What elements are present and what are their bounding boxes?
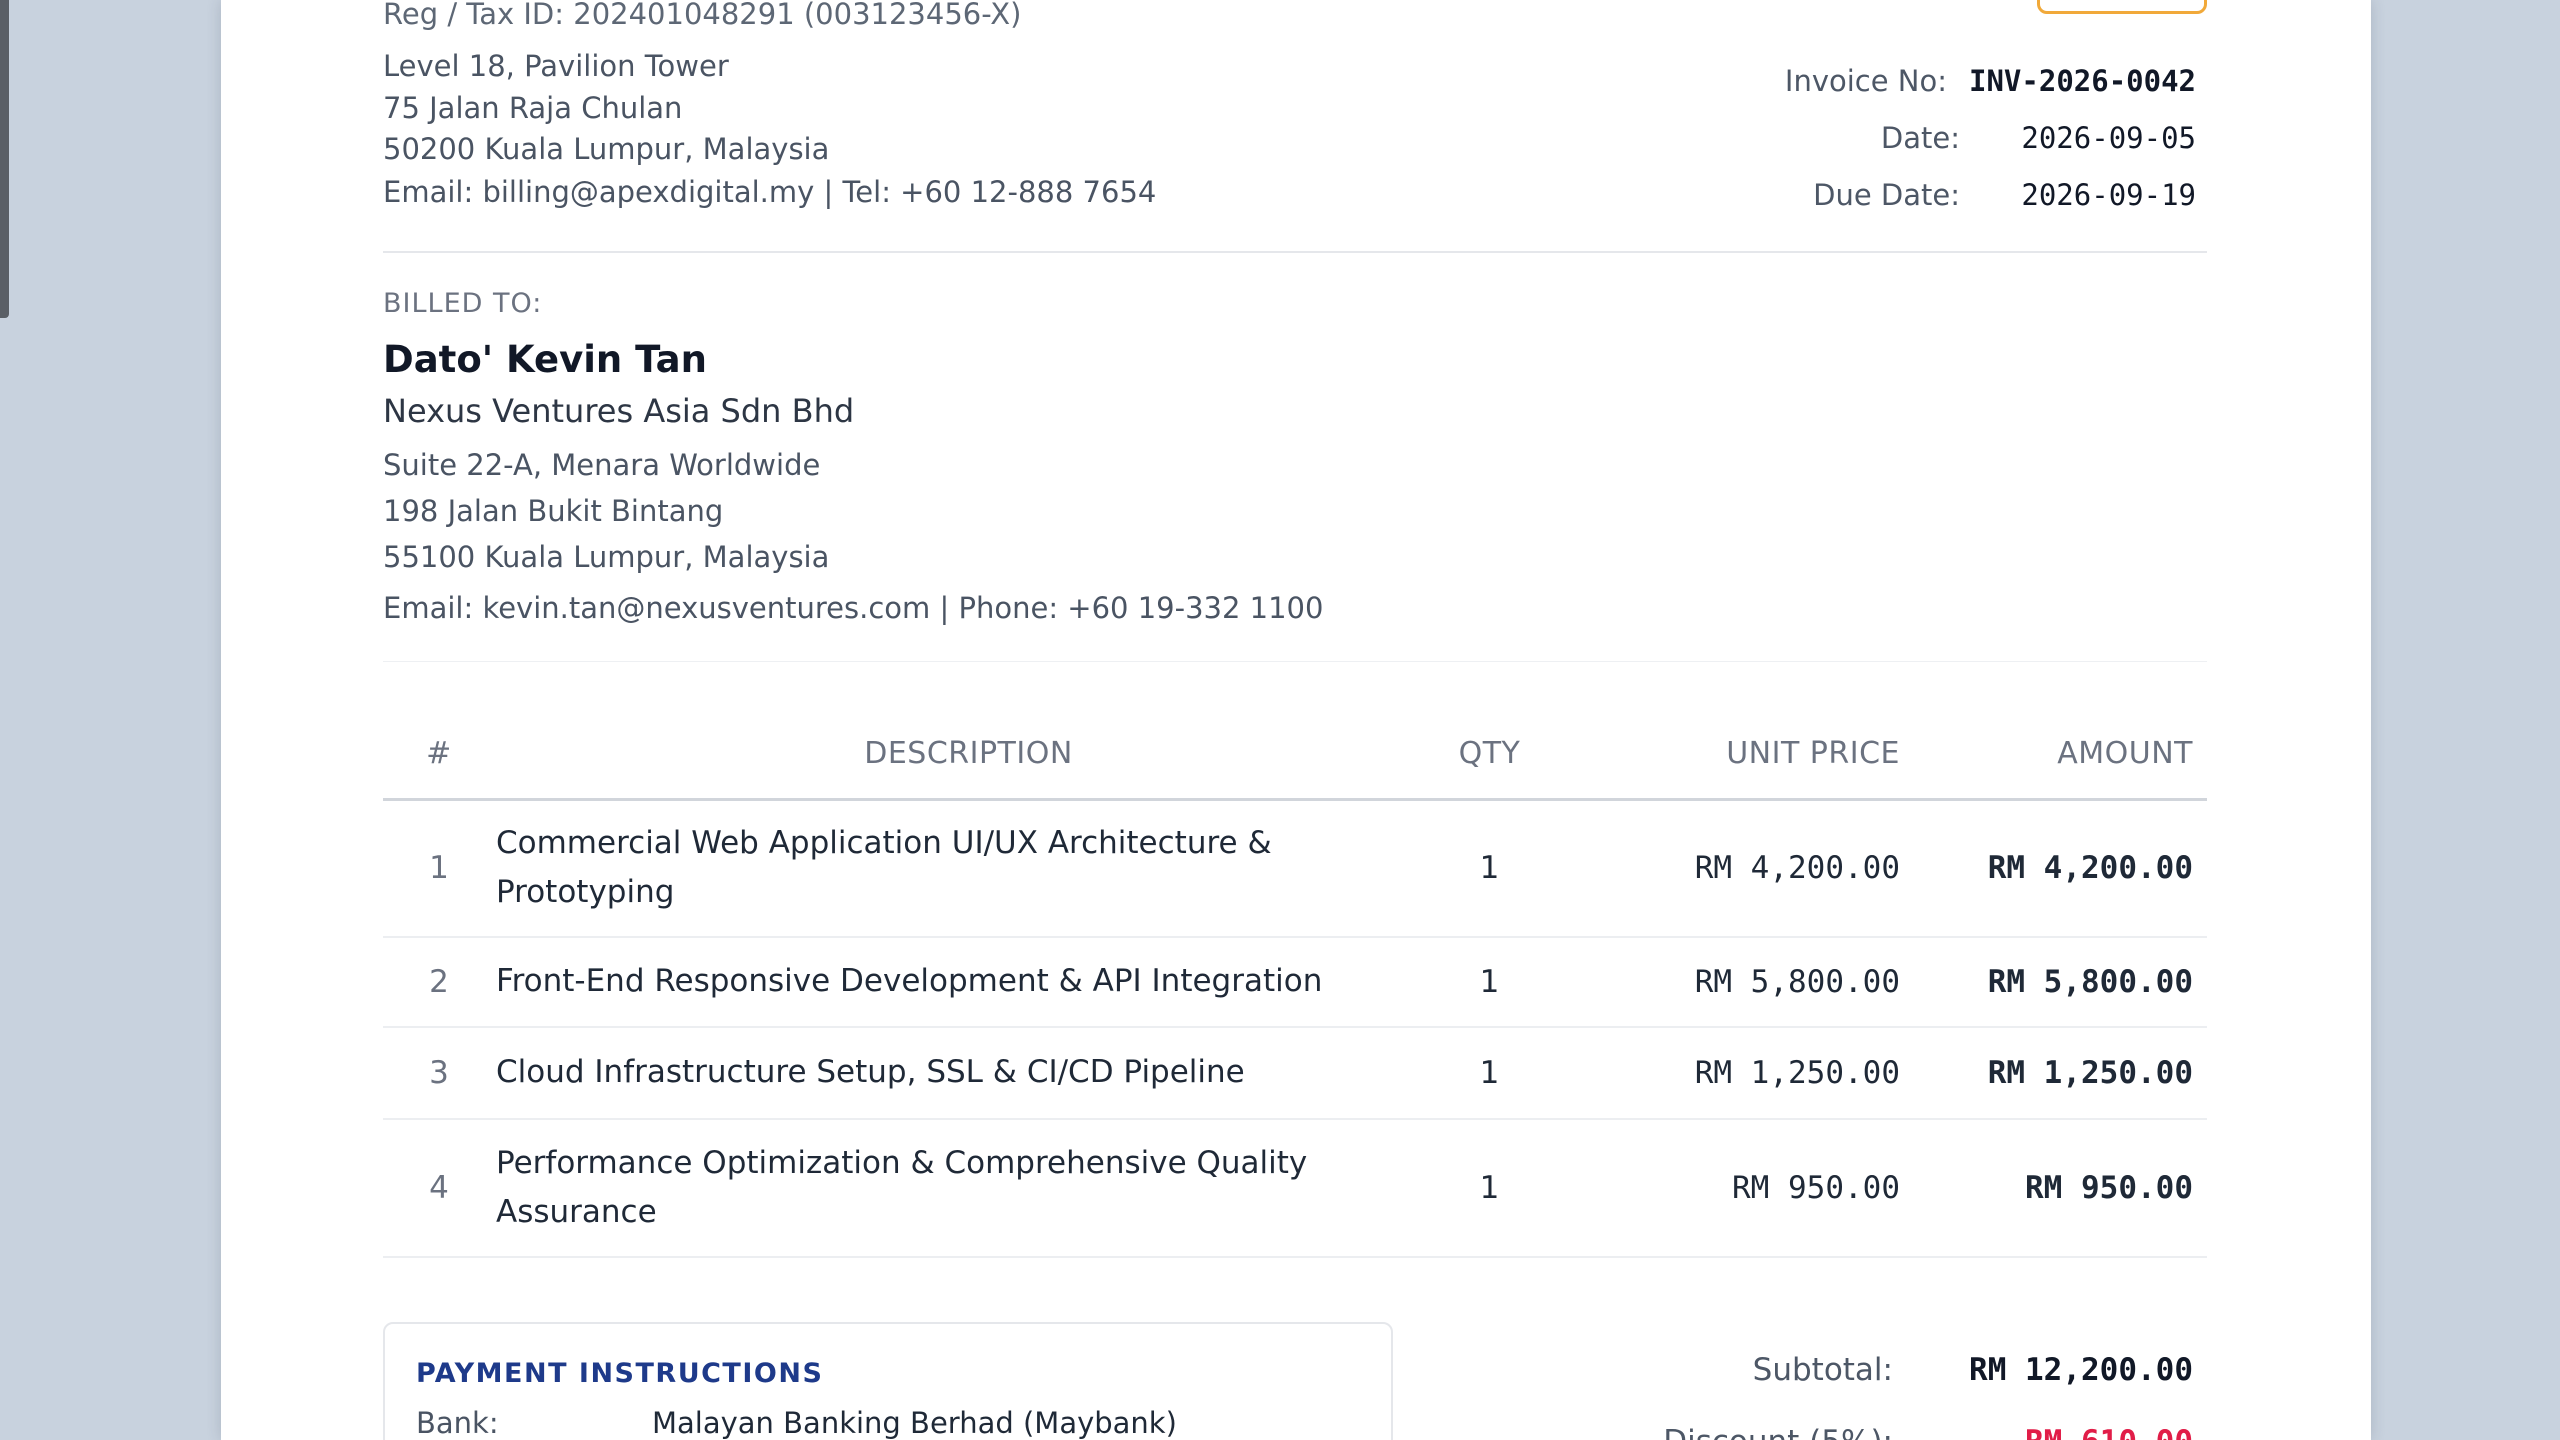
item-qty: 1 xyxy=(1441,799,1538,938)
payment-instructions-title: PAYMENT INSTRUCTIONS xyxy=(416,1358,824,1389)
subtotal-row: Subtotal: RM 12,200.00 xyxy=(1663,1334,2193,1406)
payment-instructions-box: PAYMENT INSTRUCTIONS Bank: Malayan Banki… xyxy=(383,1322,1393,1440)
invoice-number-value: INV-2026-0042 xyxy=(1969,63,2196,98)
invoice-date-value: 2026-09-05 xyxy=(2021,120,2196,155)
discount-label: Discount (5%): xyxy=(1663,1424,1893,1440)
totals-summary: Subtotal: RM 12,200.00 Discount (5%): -R… xyxy=(1663,1334,2193,1440)
payment-bank-label: Bank: xyxy=(416,1406,499,1440)
section-divider xyxy=(383,251,2207,253)
table-row: 3 Cloud Infrastructure Setup, SSL & CI/C… xyxy=(383,1026,2207,1120)
item-unit-price: RM 1,250.00 xyxy=(1538,1026,1901,1120)
client-address-line: Suite 22-A, Menara Worldwide xyxy=(383,448,821,482)
invoice-page: Reg / Tax ID: 202401048291 (003123456-X)… xyxy=(221,0,2371,1440)
item-amount: RM 4,200.00 xyxy=(1901,799,2207,938)
company-address-line: 50200 Kuala Lumpur, Malaysia xyxy=(383,132,830,166)
item-qty: 1 xyxy=(1441,1118,1538,1258)
scrollbar-handle[interactable] xyxy=(0,0,9,318)
col-header-number: # xyxy=(383,708,495,801)
invoice-due-date-row: Due Date: 2026-09-19 xyxy=(1785,166,2196,223)
table-row: 2 Front-End Responsive Development & API… xyxy=(383,936,2207,1028)
client-company: Nexus Ventures Asia Sdn Bhd xyxy=(383,392,855,430)
billed-to-label: BILLED TO: xyxy=(383,288,543,319)
discount-row: Discount (5%): -RM 610.00 xyxy=(1663,1406,2193,1440)
client-name: Dato' Kevin Tan xyxy=(383,338,707,381)
client-address-line: 198 Jalan Bukit Bintang xyxy=(383,494,724,528)
item-qty: 1 xyxy=(1441,936,1538,1028)
line-items-table: # DESCRIPTION QTY UNIT PRICE AMOUNT 1 Co… xyxy=(383,708,2207,1258)
item-description: Commercial Web Application UI/UX Archite… xyxy=(495,799,1441,938)
client-address-line: 55100 Kuala Lumpur, Malaysia xyxy=(383,540,830,574)
section-divider xyxy=(383,661,2207,662)
client-contact: Email: kevin.tan@nexusventures.com | Pho… xyxy=(383,591,1324,625)
invoice-due-date-value: 2026-09-19 xyxy=(2021,177,2196,212)
item-description: Performance Optimization & Comprehensive… xyxy=(495,1118,1441,1258)
discount-value: -RM 610.00 xyxy=(1953,1424,2193,1440)
item-amount: RM 5,800.00 xyxy=(1901,936,2207,1028)
col-header-unit-price: UNIT PRICE xyxy=(1538,708,1901,801)
item-unit-price: RM 4,200.00 xyxy=(1538,799,1901,938)
company-contact: Email: billing@apexdigital.my | Tel: +60… xyxy=(383,175,1157,209)
payment-bank-row: Bank: Malayan Banking Berhad (Maybank) xyxy=(416,1406,1177,1440)
item-unit-price: RM 950.00 xyxy=(1538,1118,1901,1258)
col-header-description: DESCRIPTION xyxy=(495,708,1441,801)
item-number: 2 xyxy=(383,936,495,1028)
payment-bank-value: Malayan Banking Berhad (Maybank) xyxy=(652,1406,1177,1440)
status-badge xyxy=(2037,0,2207,14)
item-description: Front-End Responsive Development & API I… xyxy=(495,936,1441,1028)
table-row: 1 Commercial Web Application UI/UX Archi… xyxy=(383,799,2207,938)
subtotal-label: Subtotal: xyxy=(1752,1352,1893,1388)
col-header-qty: QTY xyxy=(1441,708,1538,801)
table-row: 4 Performance Optimization & Comprehensi… xyxy=(383,1118,2207,1258)
item-number: 3 xyxy=(383,1026,495,1120)
item-number: 1 xyxy=(383,799,495,938)
table-header-row: # DESCRIPTION QTY UNIT PRICE AMOUNT xyxy=(383,708,2207,801)
invoice-date-label: Date: xyxy=(1880,120,1960,155)
invoice-due-date-label: Due Date: xyxy=(1813,177,1960,212)
item-unit-price: RM 5,800.00 xyxy=(1538,936,1901,1028)
item-amount: RM 950.00 xyxy=(1901,1118,2207,1258)
subtotal-value: RM 12,200.00 xyxy=(1969,1352,2193,1388)
company-reg: Reg / Tax ID: 202401048291 (003123456-X) xyxy=(383,0,1022,31)
item-number: 4 xyxy=(383,1118,495,1258)
invoice-date-row: Date: 2026-09-05 xyxy=(1785,109,2196,166)
company-address-line: 75 Jalan Raja Chulan xyxy=(383,91,683,125)
invoice-meta: Invoice No: INV-2026-0042 Date: 2026-09-… xyxy=(1785,52,2196,223)
col-header-amount: AMOUNT xyxy=(1901,708,2207,801)
item-qty: 1 xyxy=(1441,1026,1538,1120)
item-amount: RM 1,250.00 xyxy=(1901,1026,2207,1120)
invoice-number-label: Invoice No: xyxy=(1784,63,1948,98)
invoice-number-row: Invoice No: INV-2026-0042 xyxy=(1785,52,2196,109)
item-description: Cloud Infrastructure Setup, SSL & CI/CD … xyxy=(495,1026,1441,1120)
company-address-line: Level 18, Pavilion Tower xyxy=(383,49,729,83)
